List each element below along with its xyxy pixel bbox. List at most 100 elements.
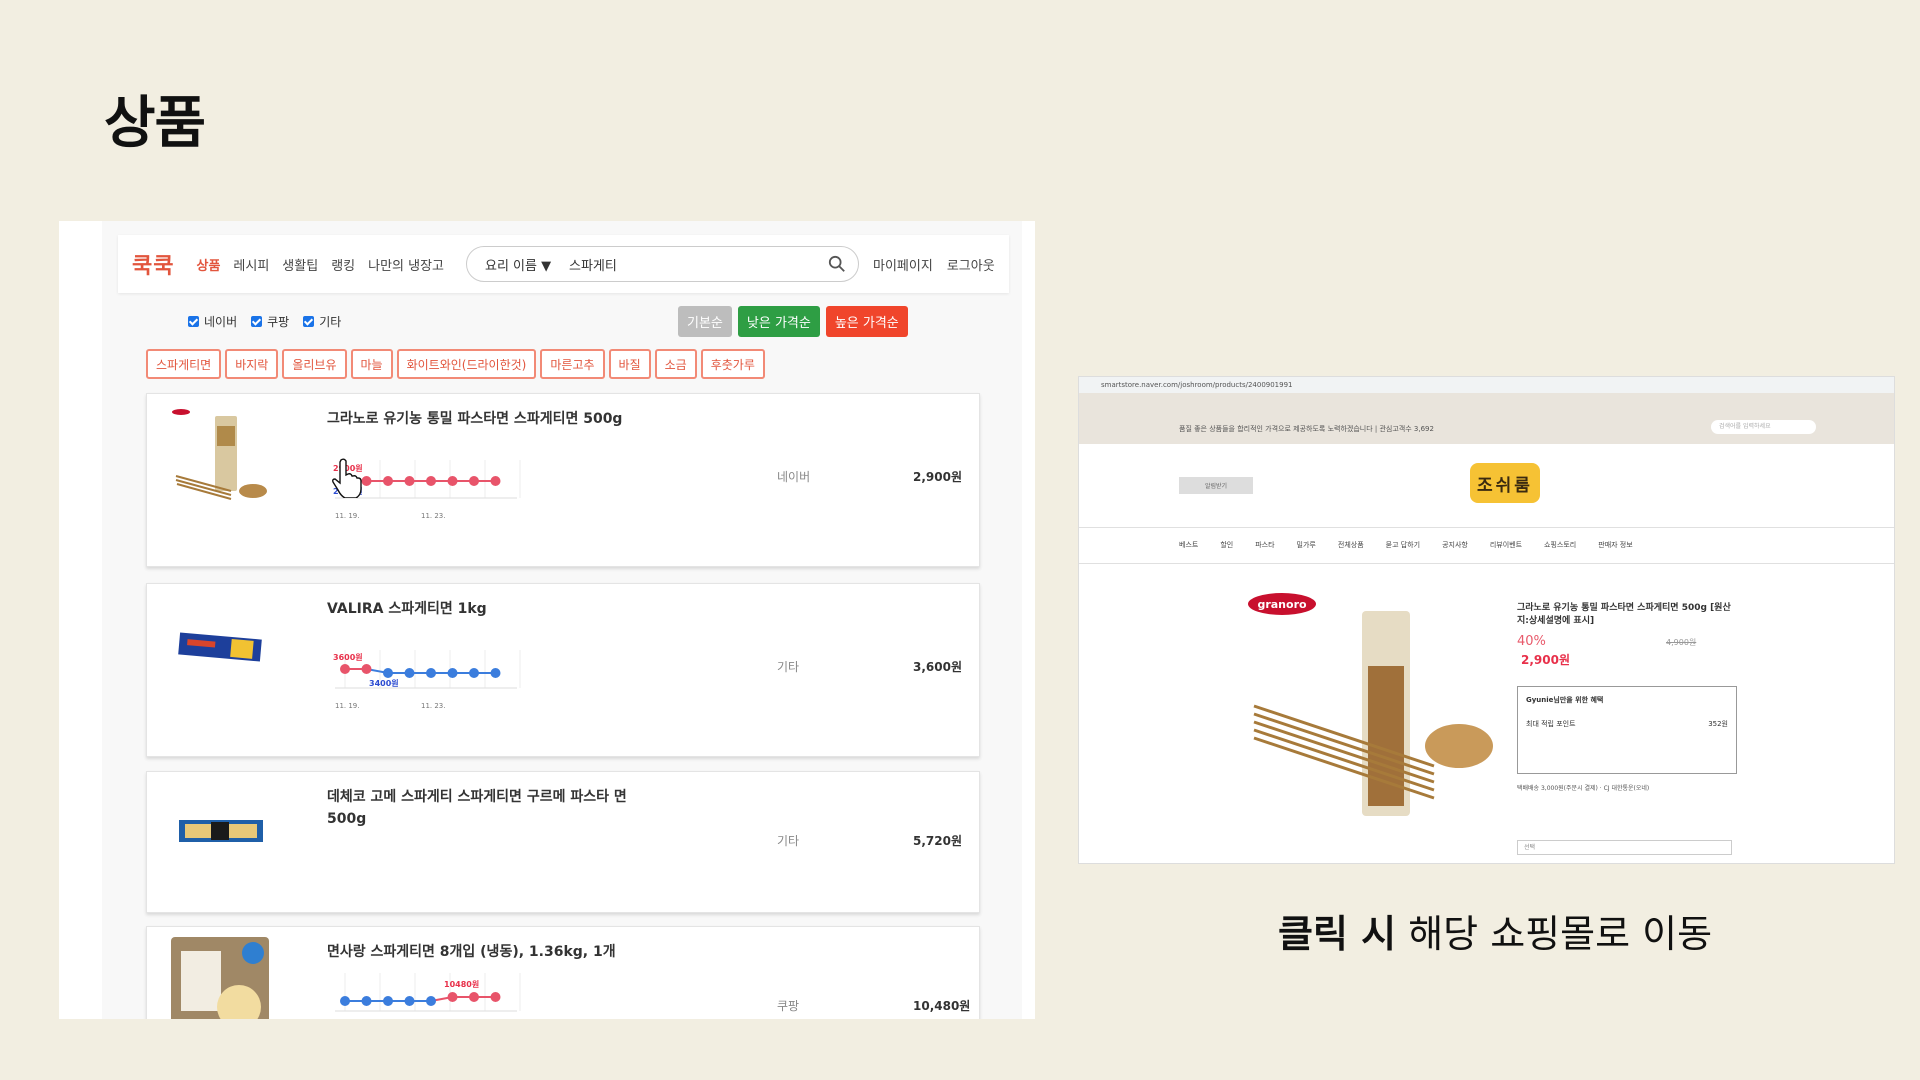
slide-caption: 클릭 시 해당 쇼핑몰로 이동 <box>1278 903 1712 958</box>
store-menu-item[interactable]: 묻고 답하기 <box>1386 540 1420 550</box>
store-menu-item[interactable]: 할인 <box>1220 540 1233 550</box>
price-point <box>426 996 436 1006</box>
product-price: 5,720원 <box>913 834 962 848</box>
product-image[interactable] <box>171 784 269 882</box>
filter-etc[interactable]: 기타 <box>303 313 341 330</box>
store-menu-item[interactable]: 공지사항 <box>1442 540 1468 550</box>
tag-clam[interactable]: 바지락 <box>225 349 279 379</box>
follow-button[interactable]: 알림받기 <box>1179 477 1253 494</box>
store-logo[interactable]: 조쉬룸 <box>1470 463 1540 503</box>
nav-ranking[interactable]: 랭킹 <box>331 255 355 274</box>
store-menu-item[interactable]: 베스트 <box>1179 540 1198 550</box>
product-name[interactable]: 데체코 고메 스파게티 스파게티면 구르메 파스타 면 500g <box>327 786 667 830</box>
product-image[interactable] <box>171 596 269 694</box>
sort-default-button[interactable]: 기본순 <box>678 306 732 337</box>
store-search-input[interactable]: 검색어를 입력하세요 <box>1711 420 1816 434</box>
ingredient-tags: 스파게티면 바지락 올리브유 마늘 화이트와인(드라이한것) 마른고추 바질 소… <box>146 349 765 379</box>
nav-tips[interactable]: 생활팁 <box>282 255 318 274</box>
filter-coupang[interactable]: 쿠팡 <box>251 313 289 330</box>
price-point <box>340 996 350 1006</box>
tag-spaghetti[interactable]: 스파게티면 <box>146 349 222 379</box>
shop-filters: 네이버 쿠팡 기타 <box>188 313 341 330</box>
navbar: 쿡쿡 상품 레시피 생활팁 랭킹 나만의 냉장고 요리 이름 ▼ 스파게티 마이… <box>118 235 1009 293</box>
app-page: 쿡쿡 상품 레시피 생활팁 랭킹 나만의 냉장고 요리 이름 ▼ 스파게티 마이… <box>102 221 1022 1019</box>
min-price-label: 3400원 <box>369 678 399 688</box>
product-name[interactable]: VALIRA 스파게티면 1kg <box>327 598 667 620</box>
product-image[interactable] <box>171 937 269 1019</box>
store-banner: 품질 좋은 상품들을 합리적인 가격으로 제공하도록 노력하겠습니다 | 관심고… <box>1179 425 1434 433</box>
price-point <box>361 996 372 1006</box>
discount-rate: 40% <box>1517 634 1546 649</box>
benefit-box: Gyunie님만을 위한 혜택 최대 적립 포인트 352원 <box>1517 686 1737 774</box>
max-price-label: 10480원 <box>444 979 479 989</box>
store-menu-item[interactable]: 리뷰이벤트 <box>1490 540 1522 550</box>
search-type-select[interactable]: 요리 이름 ▼ <box>485 255 567 274</box>
max-points-label: 최대 적립 포인트 <box>1526 720 1576 728</box>
price-point <box>490 476 501 486</box>
price-point <box>469 668 479 678</box>
nav-fridge[interactable]: 나만의 냉장고 <box>368 255 444 274</box>
store-menu-item[interactable]: 전체상품 <box>1338 540 1364 550</box>
store-menu-item[interactable]: 쇼핑스토리 <box>1544 540 1576 550</box>
tag-olive-oil[interactable]: 올리브유 <box>282 349 347 379</box>
product-name[interactable]: 면사랑 스파게티면 8개입 (냉동), 1.36kg, 1개 <box>327 941 667 963</box>
sort-high-price-button[interactable]: 높은 가격순 <box>825 306 908 337</box>
price-point <box>469 476 479 486</box>
tag-white-wine[interactable]: 화이트와인(드라이한것) <box>396 349 537 379</box>
checkbox-icon[interactable] <box>251 316 263 327</box>
benefit-title: Gyunie님만을 위한 혜택 <box>1526 696 1604 704</box>
store-product-image[interactable]: granoro <box>1244 586 1502 836</box>
product-card[interactable]: 면사랑 스파게티면 8개입 (냉동), 1.36kg, 1개 10480원 쿠팡… <box>146 926 980 1019</box>
search-icon[interactable] <box>828 255 846 273</box>
price-point <box>340 664 350 674</box>
caption-text: 해당 쇼핑몰로 이동 <box>1396 912 1713 956</box>
mypage-link[interactable]: 마이페이지 <box>873 255 933 274</box>
price-point <box>383 996 393 1006</box>
store-menu-item[interactable]: 판매자 정보 <box>1598 540 1632 550</box>
tag-basil[interactable]: 바질 <box>608 349 651 379</box>
sale-price: 2,900원 <box>1521 653 1570 667</box>
divider <box>1079 563 1894 564</box>
product-image[interactable] <box>171 406 269 504</box>
price-point <box>469 992 479 1002</box>
browser-url-bar[interactable]: smartstore.naver.com/joshroom/products/2… <box>1079 377 1894 393</box>
store-screenshot: smartstore.naver.com/joshroom/products/2… <box>1078 376 1895 864</box>
store-menu-item[interactable]: 파스타 <box>1255 540 1274 550</box>
price-point <box>447 992 458 1002</box>
tag-pepper[interactable]: 후춧가루 <box>700 349 765 379</box>
price-point <box>426 476 436 486</box>
tag-garlic[interactable]: 마늘 <box>350 349 393 379</box>
sort-buttons: 기본순 낮은 가격순 높은 가격순 <box>678 306 908 337</box>
product-card[interactable]: VALIRA 스파게티면 1kg 3600원 3400원 11. 19. 11. 23… <box>146 583 980 757</box>
price-point <box>404 668 415 678</box>
product-price: 10,480원 <box>913 999 971 1013</box>
filter-label: 네이버 <box>204 315 238 329</box>
checkbox-icon[interactable] <box>303 316 315 327</box>
tag-chili[interactable]: 마른고추 <box>540 349 605 379</box>
option-select[interactable]: 선택 <box>1517 840 1732 855</box>
price-history-chart: 3600원 3400원 11. 19. 11. 23. <box>333 650 521 710</box>
caption-bold: 클릭 시 <box>1278 912 1397 956</box>
shop-name: 기타 <box>777 660 800 674</box>
store-menu-item[interactable]: 밀가루 <box>1297 540 1316 550</box>
date-tick-label: 11. 23. <box>421 702 446 710</box>
search-input[interactable]: 스파게티 <box>569 255 828 274</box>
checkbox-icon[interactable] <box>188 316 199 327</box>
date-tick-label: 11. 19. <box>335 512 360 520</box>
filter-naver[interactable]: 네이버 <box>188 313 237 330</box>
app-logo[interactable]: 쿡쿡 <box>132 248 174 280</box>
nav-products[interactable]: 상품 <box>196 255 220 274</box>
nav-recipes[interactable]: 레시피 <box>233 255 269 274</box>
sort-low-price-button[interactable]: 낮은 가격순 <box>737 306 820 337</box>
search-bar[interactable]: 요리 이름 ▼ 스파게티 <box>466 246 859 282</box>
brand-text: granoro <box>1257 598 1307 611</box>
product-card[interactable]: 데체코 고메 스파게티 스파게티면 구르메 파스타 면 500g 기타 5,72… <box>146 771 980 913</box>
tag-salt[interactable]: 소금 <box>654 349 697 379</box>
shop-name: 쿠팡 <box>777 999 800 1013</box>
price-history-chart: 10480원 <box>335 973 521 1012</box>
product-price: 3,600원 <box>913 660 962 674</box>
product-card[interactable]: 그라노로 유기농 통밀 파스타면 스파게티면 500g 2900원2900원11… <box>146 393 980 567</box>
logout-link[interactable]: 로그아웃 <box>947 255 995 274</box>
divider <box>1079 527 1894 528</box>
product-name[interactable]: 그라노로 유기농 통밀 파스타면 스파게티면 500g <box>327 408 667 430</box>
